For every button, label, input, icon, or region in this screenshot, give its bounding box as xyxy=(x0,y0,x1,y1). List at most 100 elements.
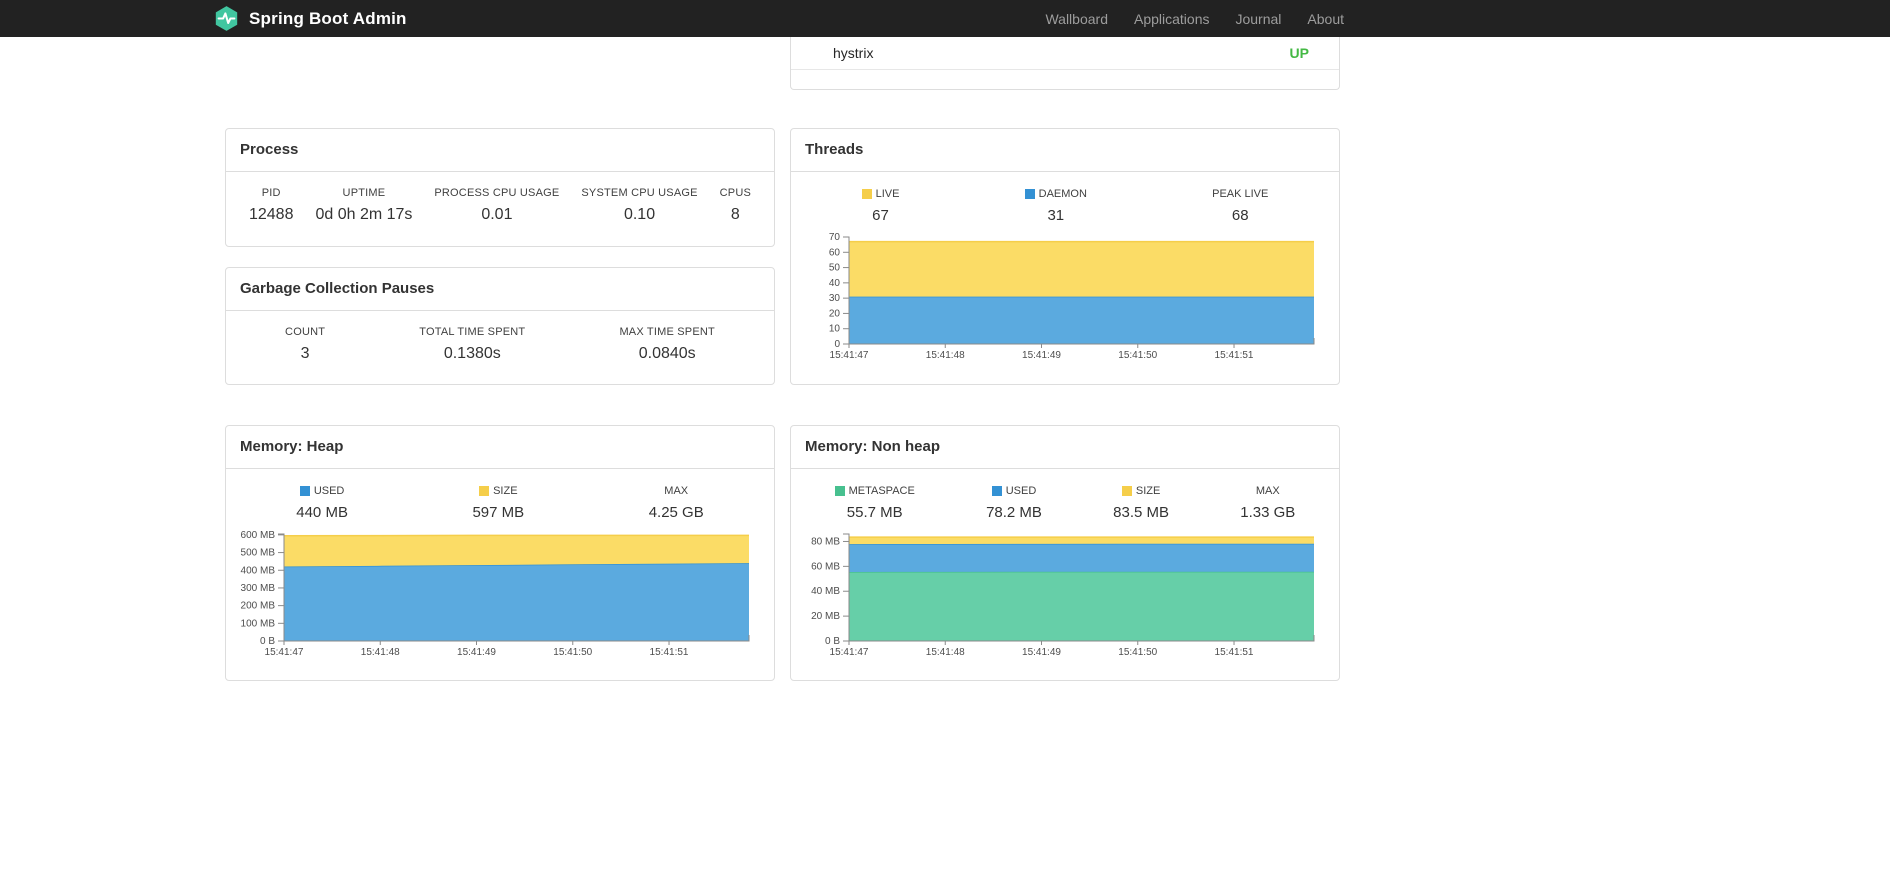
legend-value: 1.33 GB xyxy=(1240,503,1296,521)
brand-link[interactable]: Spring Boot Admin xyxy=(213,5,407,32)
application-row: hystrix UP xyxy=(791,37,1339,70)
process-card-title: Process xyxy=(226,129,774,172)
svg-text:0 B: 0 B xyxy=(825,636,840,647)
metric-label: PID xyxy=(261,186,281,199)
metric-cpus: CPUS 8 xyxy=(720,187,751,224)
svg-text:80 MB: 80 MB xyxy=(811,536,840,547)
svg-text:15:41:49: 15:41:49 xyxy=(1022,350,1061,361)
svg-text:40: 40 xyxy=(829,277,841,288)
threads-card: Threads LIVE 67 DAEMON 31 PEAK LIVE 68 0… xyxy=(790,128,1340,385)
metric-value: 0.0840s xyxy=(638,344,696,362)
navbar: Spring Boot Admin Wallboard Applications… xyxy=(0,0,1890,37)
status-badge: UP xyxy=(1289,45,1309,61)
legend-label: MAX xyxy=(664,484,689,497)
svg-text:20 MB: 20 MB xyxy=(811,611,840,622)
threads-chart: 0 10 20 30 40 50 60 70 15:41:47 15:41:48 15:41:49 1… xyxy=(829,232,1315,361)
legend-label: USED xyxy=(1005,484,1037,497)
legend-item-size: SIZE 597 MB xyxy=(472,485,524,521)
svg-text:0: 0 xyxy=(834,339,840,350)
metric-label: CPUS xyxy=(719,186,752,199)
legend-label: METASPACE xyxy=(848,484,915,497)
brand-title: Spring Boot Admin xyxy=(249,8,407,28)
size-swatch-icon xyxy=(1121,485,1132,496)
legend-label: LIVE xyxy=(875,187,900,200)
svg-text:15:41:47: 15:41:47 xyxy=(830,647,869,658)
legend-item-size: SIZE 83.5 MB xyxy=(1113,485,1169,521)
metaspace-swatch-icon xyxy=(834,485,845,496)
application-name-link[interactable]: hystrix xyxy=(833,45,873,61)
gc-pauses-card: Garbage Collection Pauses COUNT 3 TOTAL … xyxy=(225,267,775,385)
legend-item-metaspace: METASPACE 55.7 MB xyxy=(834,484,915,521)
metric-label: SYSTEM CPU USAGE xyxy=(581,186,698,199)
legend-value: 83.5 MB xyxy=(1113,503,1170,521)
legend-label: SIZE xyxy=(1135,484,1161,497)
used-swatch-icon xyxy=(299,485,310,496)
application-status-card: hystrix UP xyxy=(790,37,1340,90)
svg-text:15:41:47: 15:41:47 xyxy=(830,350,869,361)
size-swatch-icon xyxy=(479,485,490,496)
svg-text:40 MB: 40 MB xyxy=(811,586,840,597)
legend-value: 55.7 MB xyxy=(846,503,903,521)
svg-text:500 MB: 500 MB xyxy=(241,547,276,558)
threads-card-title: Threads xyxy=(791,129,1339,172)
svg-text:600 MB: 600 MB xyxy=(241,529,276,540)
gc-metrics: COUNT 3 TOTAL TIME SPENT 0.1380s MAX TIM… xyxy=(226,311,774,363)
svg-text:15:41:51: 15:41:51 xyxy=(650,647,689,658)
svg-text:15:41:48: 15:41:48 xyxy=(361,647,400,658)
legend-item-daemon: DAEMON 31 xyxy=(1024,187,1087,224)
memory-heap-card: Memory: Heap USED 440 MB SIZE 597 MB MAX… xyxy=(225,425,775,681)
heap-legend: USED 440 MB SIZE 597 MB MAX 4.25 GB xyxy=(226,469,774,521)
svg-text:0 B: 0 B xyxy=(260,636,275,647)
nonheap-memory-chart: 0 B 20 MB 40 MB 60 MB 80 MB 15:41:47 15:41:48 1… xyxy=(811,533,1315,658)
metric-pid: PID 12488 xyxy=(249,187,294,224)
process-card: Process PID 12488 UPTIME 0d 0h 2m 17s PR… xyxy=(225,128,775,247)
legend-item-max: MAX 1.33 GB xyxy=(1240,485,1295,521)
legend-item-max: MAX 4.25 GB xyxy=(649,485,704,521)
svg-text:15:41:49: 15:41:49 xyxy=(457,647,496,658)
nonheap-legend: METASPACE 55.7 MB USED 78.2 MB SIZE 83.5… xyxy=(791,469,1339,521)
memory-nonheap-card: Memory: Non heap METASPACE 55.7 MB USED … xyxy=(790,425,1340,681)
svg-text:15:41:48: 15:41:48 xyxy=(926,647,965,658)
metric-label: MAX TIME SPENT xyxy=(619,325,715,338)
nav-item-wallboard[interactable]: Wallboard xyxy=(1045,11,1108,27)
metric-system-cpu-usage: SYSTEM CPU USAGE 0.10 xyxy=(581,187,697,224)
gc-card-title: Garbage Collection Pauses xyxy=(226,268,774,311)
nonheap-card-title: Memory: Non heap xyxy=(791,426,1339,469)
process-metrics: PID 12488 UPTIME 0d 0h 2m 17s PROCESS CP… xyxy=(226,172,774,224)
heap-memory-chart: 0 B 100 MB 200 MB 300 MB 400 MB 500 MB 600 MB 1… xyxy=(241,529,750,658)
threads-legend: LIVE 67 DAEMON 31 PEAK LIVE 68 xyxy=(791,172,1339,224)
legend-value: 78.2 MB xyxy=(986,503,1042,521)
metric-value: 0d 0h 2m 17s xyxy=(315,205,413,223)
legend-value: 31 xyxy=(1047,206,1065,224)
used-swatch-icon xyxy=(991,485,1002,496)
svg-text:100 MB: 100 MB xyxy=(241,618,276,629)
heap-card-title: Memory: Heap xyxy=(226,426,774,469)
metric-value: 0.10 xyxy=(623,205,656,223)
svg-text:15:41:49: 15:41:49 xyxy=(1022,647,1061,658)
metric-label: PROCESS CPU USAGE xyxy=(434,186,560,199)
metric-gc-total-time: TOTAL TIME SPENT 0.1380s xyxy=(419,326,525,363)
nav-item-journal[interactable]: Journal xyxy=(1235,11,1281,27)
metric-label: UPTIME xyxy=(342,186,386,199)
metric-gc-count: COUNT 3 xyxy=(285,326,325,363)
svg-text:200 MB: 200 MB xyxy=(241,600,276,611)
nav-item-about[interactable]: About xyxy=(1307,11,1344,27)
svg-text:15:41:50: 15:41:50 xyxy=(1118,647,1157,658)
legend-label: USED xyxy=(313,484,345,497)
legend-label: SIZE xyxy=(493,484,518,497)
legend-value: 68 xyxy=(1231,206,1249,224)
nav-item-applications[interactable]: Applications xyxy=(1134,11,1210,27)
svg-text:70: 70 xyxy=(829,232,841,243)
legend-item-used: USED 78.2 MB xyxy=(986,485,1042,521)
metric-value: 8 xyxy=(730,205,740,223)
legend-value: 597 MB xyxy=(472,503,525,521)
nav-links: Wallboard Applications Journal About xyxy=(1045,11,1344,27)
svg-text:20: 20 xyxy=(829,308,841,319)
legend-item-used: USED 440 MB xyxy=(296,485,348,521)
legend-label: DAEMON xyxy=(1038,187,1087,200)
svg-text:30: 30 xyxy=(829,293,841,304)
metric-value: 3 xyxy=(300,344,310,362)
svg-text:15:41:47: 15:41:47 xyxy=(265,647,304,658)
metric-label: TOTAL TIME SPENT xyxy=(419,325,526,338)
legend-label: PEAK LIVE xyxy=(1212,187,1269,200)
